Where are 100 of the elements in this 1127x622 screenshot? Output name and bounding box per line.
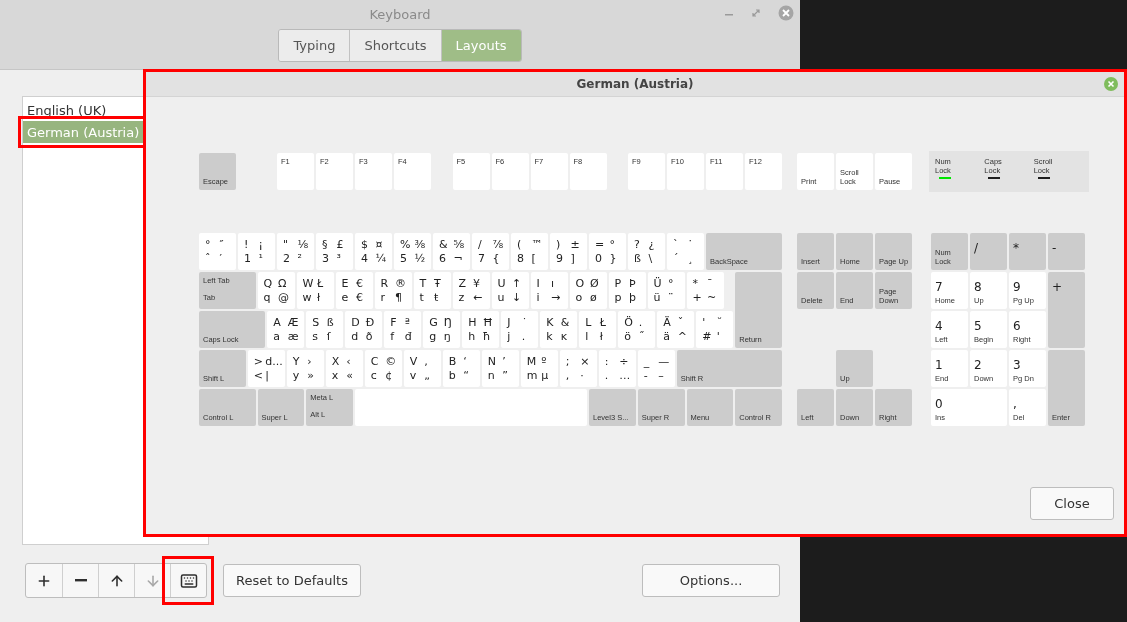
key-label: 2 [974,358,983,372]
key-label: ˆ [205,252,212,266]
key-label: 8 [974,280,983,294]
key-label: ¬ [453,252,464,266]
key-label: _ [643,354,651,368]
key-label: — [658,354,671,368]
key-label: ⅜ [414,237,427,251]
key-label: 2 [283,252,291,266]
key-label: , [565,369,571,383]
key-label: 7 [478,252,486,266]
key-label: 9 [1013,280,1022,294]
key-label: ¥ [473,276,481,290]
key-label: ′ [219,252,223,266]
key-label: u [497,291,506,305]
key-label: 6 [1013,319,1022,333]
key-label: O [575,276,586,290]
key-label: « [346,369,354,383]
key-label: “ [463,369,470,383]
key-label: ¢ [385,369,394,383]
key-label: + [1052,280,1064,294]
window-title: Keyboard [369,6,431,22]
key-label: S [312,315,321,329]
key-label: ] [570,252,576,266]
key-label: þ [629,291,637,305]
maximize-icon[interactable] [751,8,761,18]
key-label: 3 [322,252,330,266]
key-label: Y [292,354,301,368]
key-label: ¤ [375,237,384,251]
key-label: ¯ [707,276,714,290]
key-label: E [341,276,350,290]
key-label: Æ [287,315,300,329]
key-label: ħ [482,330,492,344]
key-label: * [1013,241,1020,255]
key-label: Ł [317,276,325,290]
tab[interactable]: Typing [279,30,350,61]
key-label: D [351,315,361,329]
key-label: t [419,291,425,305]
tab[interactable]: Shortcuts [349,30,441,61]
key-label: ˙ [687,237,694,251]
key-label: ı [551,276,556,290]
options-button[interactable]: Options... [642,564,780,597]
key-label: ª [404,315,411,329]
key-label: w [302,291,313,305]
close-icon[interactable] [1104,77,1118,91]
key-label: ` [673,237,680,251]
key-label: ' [702,315,707,329]
key-label: ⅛ [297,237,310,251]
key-label: Ħ [482,315,494,329]
key-label: i [536,291,541,305]
key-label: ¡ [258,237,264,251]
key-label: s [312,330,319,344]
key-label: ‘ [463,354,468,368]
key-label: ) [556,237,562,251]
key-label: d [351,330,360,344]
key-label: ö [624,330,632,344]
key-label: ° [205,237,212,251]
key-label: § [322,237,329,251]
key-label: ? [634,237,641,251]
key-label: Ä [663,315,672,329]
key-label: ← [473,291,484,305]
key-label: » [307,369,315,383]
key-label: ° [609,237,616,251]
key-label: ¹ [258,252,264,266]
key-label: ® [395,276,407,290]
key-label: G [429,315,439,329]
key-label: " [283,237,290,251]
key-label: Ü [653,276,663,290]
key-label: 5 [974,319,983,333]
key-label: ’ [502,354,507,368]
key-label: H [468,315,478,329]
key-label: 4 [935,319,944,333]
key-label: Ω [278,276,288,290]
key-label: @ [278,291,290,305]
reset-button[interactable]: Reset to Defaults [223,564,361,597]
key-label: Ø [590,276,600,290]
key-label: X [331,354,341,368]
key-label: © [385,354,398,368]
key-label: 9 [556,252,564,266]
key-label: 0 [935,397,944,411]
key-label: ³ [336,252,342,266]
dialog-title: German (Austria) [576,77,694,91]
key-label: Ŋ [443,315,453,329]
key-label: 0 [595,252,603,266]
key-label: g [429,330,438,344]
key-label: ^ [677,330,688,344]
close-icon[interactable] [778,5,794,21]
key-label: l [585,330,590,344]
key-label: ŋ [443,330,452,344]
key-label: ⅞ [492,237,505,251]
key-label: ÷ [619,354,630,368]
key-label: Ö [624,315,634,329]
key-label: ŧ [434,291,440,305]
key-label: / [974,241,980,255]
key-label: → [551,291,562,305]
close-button[interactable]: Close [1030,487,1114,520]
key-label: . [604,369,610,383]
key-label: , [1013,397,1018,411]
key-label: ü [653,291,662,305]
key-label: – [658,369,665,383]
key-label: ´ [673,252,680,266]
